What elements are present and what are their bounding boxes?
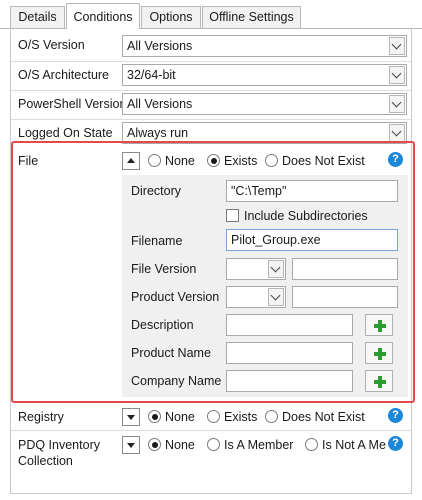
tab-offline-settings[interactable]: Offline Settings — [202, 6, 301, 28]
pdq-inventory-label-line1: PDQ Inventory — [18, 438, 100, 452]
row-divider — [11, 119, 411, 120]
logged-on-state-label: Logged On State — [18, 126, 113, 140]
tab-conditions[interactable]: Conditions — [66, 3, 140, 29]
pdq-radio-is-not-a-member[interactable] — [305, 438, 318, 451]
file-radio-does-not-exist-label: Does Not Exist — [282, 154, 365, 168]
powershell-version-value: All Versions — [127, 97, 193, 111]
registry-radio-none[interactable] — [148, 410, 161, 423]
os-architecture-label: O/S Architecture — [18, 68, 110, 82]
company-name-label: Company Name — [131, 374, 222, 388]
registry-radio-does-not-exist-label: Does Not Exist — [282, 410, 365, 424]
product-name-input[interactable] — [226, 342, 353, 364]
pdq-radio-is-a-member-label: Is A Member — [224, 438, 294, 452]
pdq-inventory-expand-button[interactable] — [122, 436, 140, 454]
row-divider — [11, 90, 411, 91]
product-version-operator-select[interactable] — [226, 286, 286, 308]
tab-details[interactable]: Details — [10, 6, 65, 28]
product-version-input[interactable] — [292, 286, 398, 308]
file-version-label: File Version — [131, 262, 197, 276]
os-version-value: All Versions — [127, 39, 193, 53]
os-architecture-select[interactable]: 32/64-bit — [122, 64, 407, 86]
filename-input[interactable]: Pilot_Group.exe — [226, 229, 398, 251]
description-input[interactable] — [226, 314, 353, 336]
plus-icon[interactable] — [365, 314, 393, 336]
product-name-label: Product Name — [131, 346, 211, 360]
chevron-down-icon[interactable] — [389, 124, 405, 142]
chevron-down-icon[interactable] — [389, 66, 405, 84]
plus-icon[interactable] — [365, 342, 393, 364]
expand-arrow-icon — [127, 443, 135, 448]
directory-label: Directory — [131, 184, 182, 198]
logged-on-state-select[interactable]: Always run — [122, 122, 407, 144]
include-subdirectories-checkbox[interactable] — [226, 209, 239, 222]
tab-bar: Details Conditions Options Offline Setti… — [0, 0, 422, 29]
file-label: File — [18, 154, 39, 168]
pdq-radio-is-a-member[interactable] — [207, 438, 220, 451]
file-collapse-button[interactable] — [122, 152, 140, 170]
help-icon[interactable]: ? — [388, 436, 403, 451]
powershell-version-label: PowerShell Version — [18, 97, 127, 111]
registry-expand-button[interactable] — [122, 408, 140, 426]
pdq-radio-none-label: None — [165, 438, 195, 452]
chevron-down-icon[interactable] — [389, 37, 405, 55]
file-radio-none[interactable] — [148, 154, 161, 167]
directory-input[interactable]: "C:\Temp" — [226, 180, 398, 202]
expand-arrow-icon — [127, 415, 135, 420]
powershell-version-select[interactable]: All Versions — [122, 93, 407, 115]
pdq-radio-none[interactable] — [148, 438, 161, 451]
row-divider — [11, 61, 411, 62]
os-version-label: O/S Version — [18, 38, 85, 52]
row-divider — [11, 430, 411, 431]
registry-label: Registry — [18, 410, 64, 424]
file-radio-exists-label: Exists — [224, 154, 258, 168]
pdq-inventory-label-line2: Collection — [18, 454, 73, 468]
file-radio-exists[interactable] — [207, 154, 220, 167]
registry-radio-does-not-exist[interactable] — [265, 410, 278, 423]
logged-on-state-value: Always run — [127, 126, 189, 140]
include-subdirectories-label: Include Subdirectories — [244, 209, 368, 223]
help-icon[interactable]: ? — [388, 152, 403, 167]
help-icon[interactable]: ? — [388, 408, 403, 423]
registry-radio-exists[interactable] — [207, 410, 220, 423]
chevron-down-icon[interactable] — [268, 288, 284, 306]
registry-radio-none-label: None — [165, 410, 195, 424]
company-name-input[interactable] — [226, 370, 353, 392]
collapse-arrow-icon — [127, 158, 135, 163]
file-version-operator-select[interactable] — [226, 258, 286, 280]
description-label: Description — [131, 318, 194, 332]
pdq-radio-is-not-a-member-label: Is Not A Me — [322, 438, 386, 452]
file-radio-does-not-exist[interactable] — [265, 154, 278, 167]
file-version-input[interactable] — [292, 258, 398, 280]
os-version-select[interactable]: All Versions — [122, 35, 407, 57]
chevron-down-icon[interactable] — [268, 260, 284, 278]
filename-label: Filename — [131, 234, 183, 248]
file-radio-none-label: None — [165, 154, 195, 168]
registry-radio-exists-label: Exists — [224, 410, 258, 424]
chevron-down-icon[interactable] — [389, 95, 405, 113]
plus-icon[interactable] — [365, 370, 393, 392]
os-architecture-value: 32/64-bit — [127, 68, 176, 82]
product-version-label: Product Version — [131, 290, 220, 304]
tab-options[interactable]: Options — [141, 6, 201, 28]
